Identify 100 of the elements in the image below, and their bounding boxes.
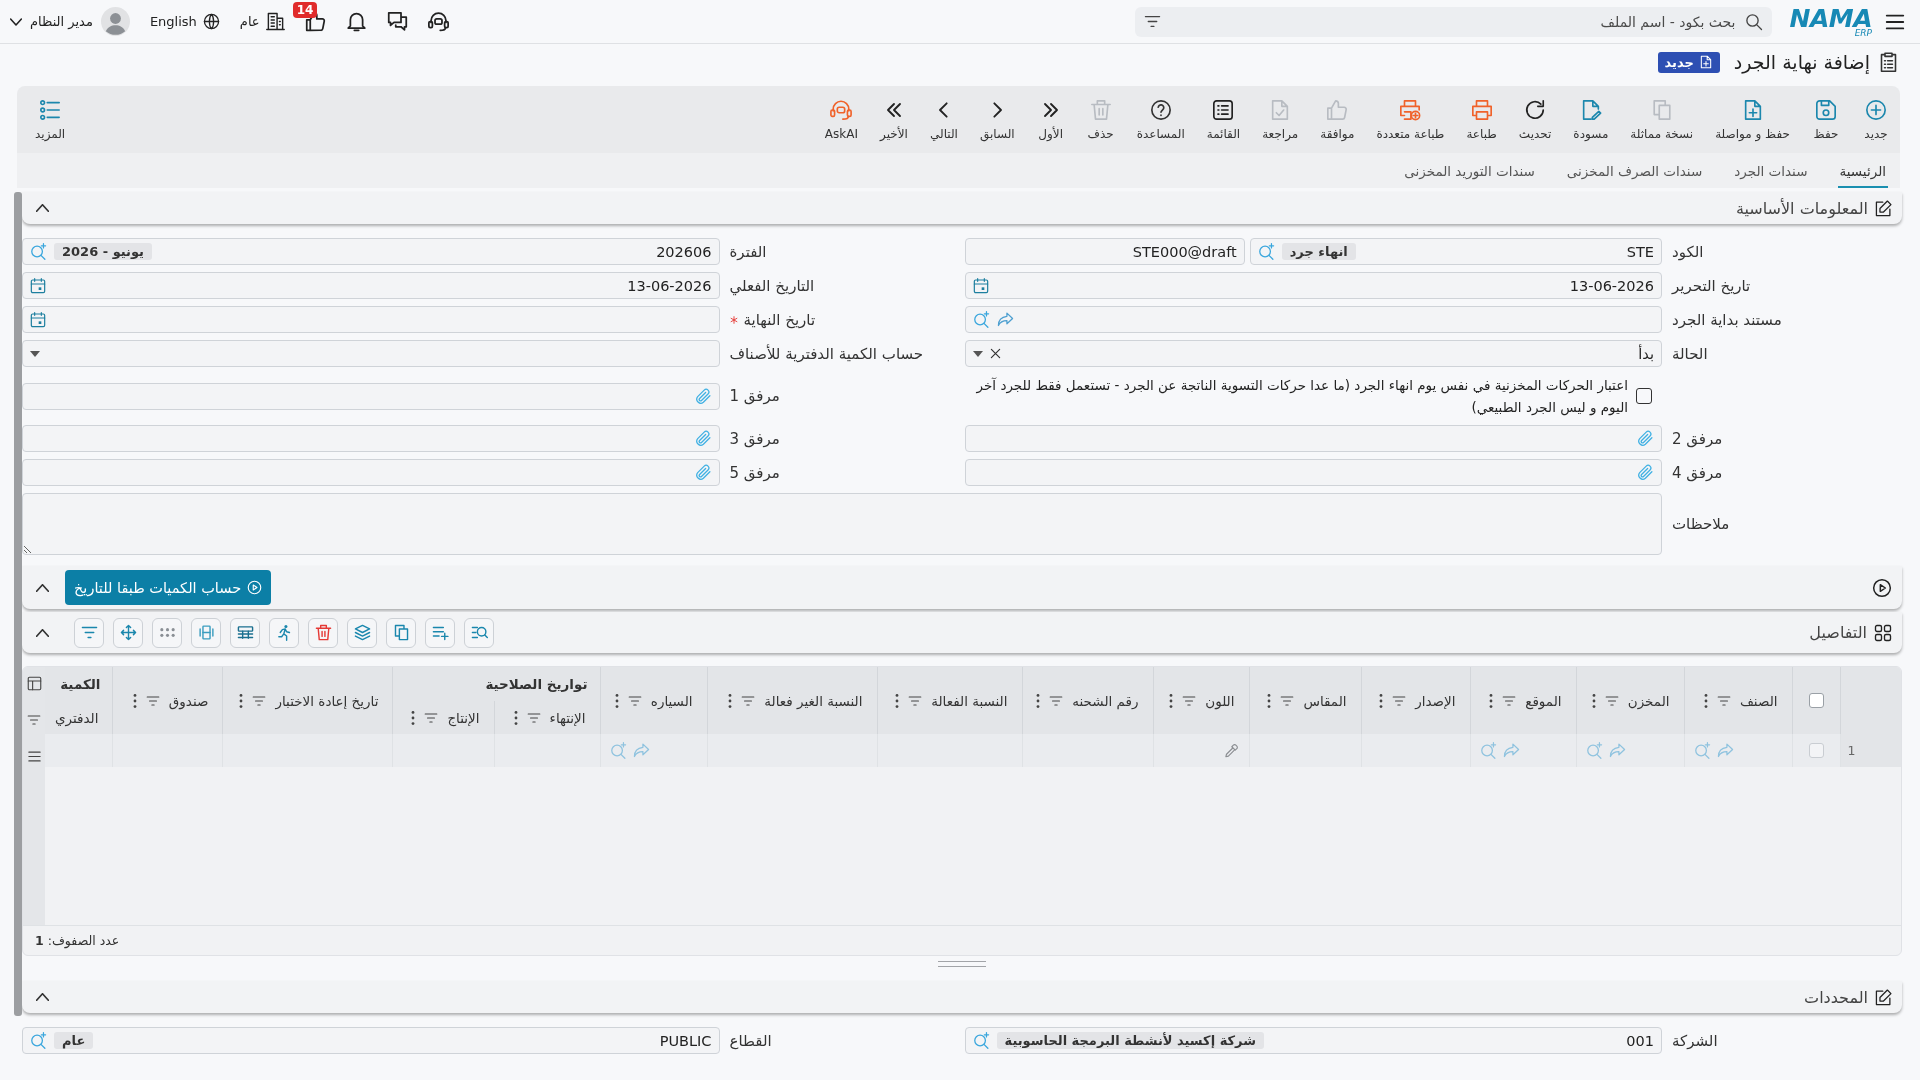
column-title[interactable]: الموقع: [1525, 692, 1562, 709]
column-title[interactable]: الصنف: [1739, 692, 1778, 709]
date-field[interactable]: [22, 306, 720, 333]
table-icon[interactable]: [26, 676, 42, 691]
rows-button[interactable]: [230, 617, 260, 648]
column-title[interactable]: النسبة الغير فعالة: [764, 692, 863, 709]
checkbox[interactable]: [1636, 388, 1652, 404]
dropdown-field[interactable]: بدأ: [964, 340, 1662, 367]
paperclip-icon[interactable]: [694, 430, 712, 447]
ask-ai-button[interactable]: AskAI: [824, 86, 858, 153]
bell-icon[interactable]: [345, 11, 367, 32]
caret-down-icon[interactable]: [30, 350, 40, 357]
search-plus-icon[interactable]: [972, 1032, 990, 1049]
kebab-menu-icon[interactable]: [1703, 693, 1708, 708]
notes-field[interactable]: [22, 493, 1662, 555]
tab[interactable]: سندات الجرد: [1732, 153, 1810, 188]
search-plus-icon[interactable]: [1693, 742, 1711, 759]
column-title[interactable]: النسبة الفعالة: [931, 692, 1008, 709]
chat-icon[interactable]: [386, 11, 408, 32]
attachment-field[interactable]: [22, 382, 720, 410]
chevron-up-icon[interactable]: [36, 204, 49, 212]
search-plus-icon[interactable]: [30, 243, 47, 260]
tab[interactable]: الرئيسية: [1837, 153, 1888, 188]
play-circle-icon[interactable]: [1872, 577, 1892, 598]
eyedropper-icon[interactable]: [1223, 743, 1239, 758]
forward-arrow-icon[interactable]: [1608, 742, 1626, 759]
search-plus-icon[interactable]: [30, 1032, 47, 1049]
clear-icon[interactable]: [989, 348, 1001, 359]
calendar-icon[interactable]: [972, 277, 989, 294]
copy-button[interactable]: [386, 617, 416, 648]
column-title[interactable]: المقاس: [1303, 692, 1347, 709]
calculate-quantities-button[interactable]: حساب الكميات طبقا للتاريخ: [65, 570, 272, 605]
attachment-field[interactable]: [22, 459, 720, 486]
forward-arrow-icon[interactable]: [632, 742, 650, 759]
list-button[interactable]: القائمة: [1206, 86, 1241, 153]
draft-button[interactable]: مسودة: [1573, 86, 1609, 153]
reference-field[interactable]: [964, 306, 1662, 333]
menu-icon[interactable]: [26, 749, 42, 764]
column-title[interactable]: الإصدار: [1415, 692, 1456, 709]
kebab-menu-icon[interactable]: [895, 693, 900, 708]
refresh-button[interactable]: تحديث: [1518, 86, 1552, 153]
column-title[interactable]: تاريخ إعادة الاختبار: [275, 692, 379, 709]
attachment-field[interactable]: [22, 425, 720, 452]
search-plus-icon[interactable]: [972, 311, 990, 328]
dropdown-field[interactable]: [22, 340, 720, 367]
search-plus-icon[interactable]: [1257, 243, 1275, 260]
kebab-menu-icon[interactable]: [1489, 693, 1494, 708]
kebab-menu-icon[interactable]: [132, 693, 137, 708]
more-button[interactable]: المزيد: [35, 86, 66, 153]
tab[interactable]: سندات الصرف المخزنى: [1564, 153, 1705, 188]
kebab-menu-icon[interactable]: [1591, 693, 1596, 708]
caret-down-icon[interactable]: [972, 350, 983, 357]
column-title[interactable]: صندوق: [168, 692, 209, 709]
help-button[interactable]: المساعدة: [1136, 86, 1185, 153]
chevron-up-icon[interactable]: [36, 583, 49, 592]
calendar-icon[interactable]: [30, 311, 46, 328]
document-number-field[interactable]: STE000@draft: [964, 238, 1245, 265]
user-menu[interactable]: مدير النظام: [10, 7, 130, 36]
kebab-menu-icon[interactable]: [728, 693, 733, 708]
dots-button[interactable]: [152, 617, 182, 648]
search-list-button[interactable]: [464, 617, 494, 648]
previous-button[interactable]: السابق: [980, 86, 1015, 153]
kebab-menu-icon[interactable]: [411, 710, 416, 725]
multi-print-button[interactable]: طباعة متعددة: [1376, 86, 1445, 153]
delete-row-button[interactable]: [308, 617, 338, 648]
chevron-up-icon[interactable]: [36, 993, 49, 1001]
layers-button[interactable]: [347, 617, 377, 648]
attachment-field[interactable]: [964, 459, 1662, 486]
kebab-menu-icon[interactable]: [1267, 693, 1272, 708]
column-title[interactable]: الإنتاج: [447, 709, 480, 726]
new-button[interactable]: جديد: [1862, 86, 1890, 153]
company-switcher[interactable]: عام: [239, 12, 285, 31]
first-button[interactable]: الأول: [1036, 86, 1065, 153]
headset-icon[interactable]: [427, 11, 449, 32]
forward-arrow-icon[interactable]: [996, 311, 1014, 328]
move-button[interactable]: [113, 617, 143, 648]
search-plus-icon[interactable]: [1479, 742, 1497, 759]
frame-button[interactable]: [191, 617, 221, 648]
column-title[interactable]: اللون: [1205, 692, 1235, 709]
last-button[interactable]: الأخير: [880, 86, 908, 153]
column-title[interactable]: رقم الشحنه: [1072, 692, 1139, 709]
column-title[interactable]: الإنتهاء: [549, 709, 586, 726]
search-field[interactable]: بحث بكود - اسم الملف: [1134, 6, 1772, 37]
filter-button[interactable]: [74, 617, 104, 648]
kebab-menu-icon[interactable]: [239, 693, 244, 708]
print-button[interactable]: طباعة: [1466, 86, 1497, 153]
chevron-up-icon[interactable]: [36, 628, 49, 637]
forward-arrow-icon[interactable]: [1716, 742, 1734, 759]
paperclip-icon[interactable]: [1637, 430, 1654, 447]
attachment-field[interactable]: [964, 425, 1662, 452]
next-button[interactable]: التالي: [930, 86, 958, 153]
runner-button[interactable]: [269, 617, 299, 648]
paperclip-icon[interactable]: [694, 464, 712, 481]
save-button[interactable]: حفظ: [1812, 86, 1840, 153]
row-checkbox[interactable]: [1808, 743, 1824, 758]
select-all-checkbox[interactable]: [1808, 693, 1824, 708]
save-and-continue-button[interactable]: حفظ و مواصلة: [1715, 86, 1790, 153]
search-plus-icon[interactable]: [609, 742, 627, 759]
tab[interactable]: سندات التوريد المخزنى: [1402, 153, 1537, 188]
kebab-menu-icon[interactable]: [1169, 693, 1174, 708]
